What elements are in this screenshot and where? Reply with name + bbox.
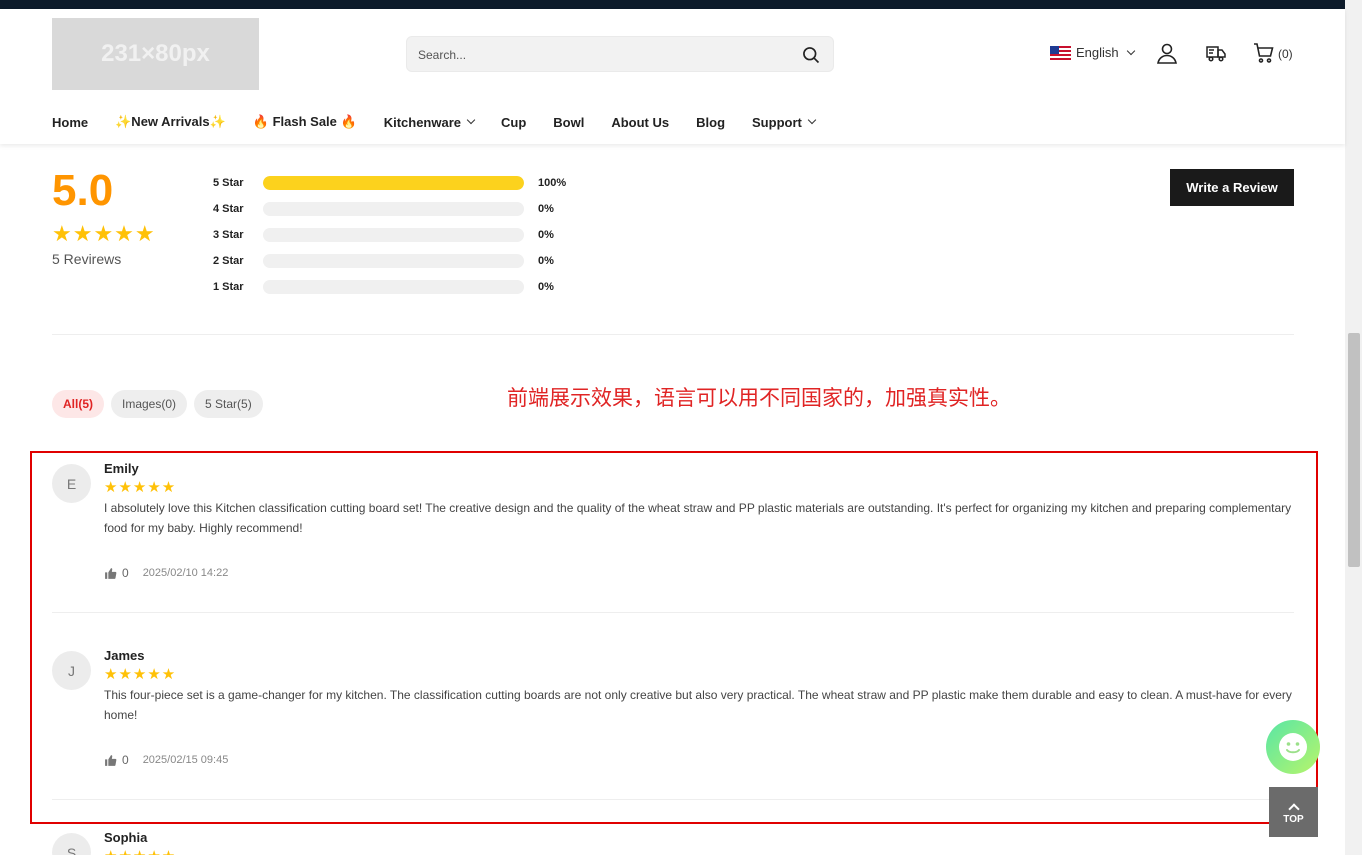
review-text: I absolutely love this Kitchen classific… (104, 501, 1292, 535)
cart-count[interactable]: (0) (1278, 47, 1293, 61)
like-count: 0 (122, 753, 129, 767)
rating-percent: 0% (538, 229, 554, 241)
rating-row-4[interactable]: 4 Star 0% (213, 196, 566, 222)
nav-cup[interactable]: Cup (501, 114, 526, 130)
nav-bowl[interactable]: Bowl (553, 114, 584, 130)
site-header: 231×80px English (0) Home ✨New Arrivals✨… (0, 9, 1345, 144)
rating-label: 2 Star (213, 255, 244, 267)
reviewer-name: James (104, 648, 145, 663)
avatar: S (52, 833, 91, 855)
smiley-chat-icon (1279, 733, 1307, 761)
top-strip (0, 0, 1345, 9)
rating-row-1[interactable]: 1 Star 0% (213, 274, 566, 300)
rating-row-3[interactable]: 3 Star 0% (213, 222, 566, 248)
avatar: E (52, 464, 91, 503)
logo-placeholder[interactable]: 231×80px (52, 18, 259, 90)
review-meta: 0 2025/02/10 14:22 (104, 566, 228, 580)
review-date: 2025/02/10 14:22 (142, 567, 229, 579)
rating-label: 1 Star (213, 281, 244, 293)
us-flag-icon (1050, 45, 1071, 60)
user-icon[interactable] (1155, 41, 1179, 65)
search-box (406, 36, 834, 72)
review-meta: 0 2025/02/15 09:45 (104, 753, 228, 767)
nav-new-arrivals[interactable]: ✨New Arrivals✨ (115, 114, 226, 130)
rating-percent: 0% (538, 255, 554, 267)
review-divider (52, 799, 1294, 800)
average-score: 5.0 (52, 166, 114, 215)
nav-kitchenware[interactable]: Kitchenware (384, 114, 476, 130)
section-divider (52, 334, 1294, 335)
filter-all[interactable]: All(5) (52, 390, 104, 418)
like-count: 0 (122, 566, 129, 580)
rating-bar (263, 176, 524, 190)
chevron-down-icon (466, 115, 476, 125)
rating-percent: 0% (538, 281, 554, 293)
reviewer-name: Sophia (104, 830, 148, 845)
rating-bar (263, 254, 524, 268)
thumbs-up-icon (105, 567, 117, 579)
language-label: English (1076, 45, 1119, 60)
write-review-button[interactable]: Write a Review (1170, 169, 1294, 206)
rating-label: 4 Star (213, 203, 244, 215)
review-count: 5 Revirews (52, 251, 122, 267)
rating-bar (263, 202, 524, 216)
nav-about-us[interactable]: About Us (611, 114, 669, 130)
rating-bar-fill (263, 176, 524, 190)
reviewer-name: Emily (104, 461, 139, 476)
chat-button[interactable] (1266, 720, 1320, 774)
main-nav: Home ✨New Arrivals✨ 🔥 Flash Sale 🔥 Kitch… (52, 114, 842, 130)
review-stars: ★★★★★ (104, 847, 176, 855)
cart-icon[interactable] (1252, 41, 1276, 65)
rating-row-5[interactable]: 5 Star 100% (213, 170, 566, 196)
chevron-down-icon (807, 115, 817, 125)
rating-distribution: 5 Star 100% 4 Star 0% 3 Star 0% 2 Star 0… (213, 170, 566, 300)
nav-home[interactable]: Home (52, 114, 88, 130)
review-stars: ★★★★★ (104, 666, 177, 683)
rating-percent: 100% (538, 177, 567, 189)
rating-label: 3 Star (213, 229, 244, 241)
like-button[interactable]: 0 (104, 566, 129, 580)
search-input[interactable] (418, 46, 788, 64)
shipping-truck-icon[interactable] (1204, 41, 1228, 65)
rating-row-2[interactable]: 2 Star 0% (213, 248, 566, 274)
back-to-top-label: TOP (1283, 814, 1304, 825)
review-text: This four-piece set is a game-changer fo… (104, 688, 1292, 722)
review-divider (52, 612, 1294, 613)
nav-blog[interactable]: Blog (696, 114, 725, 130)
annotation-note: 前端展示效果，语言可以用不同国家的，加强真实性。 (507, 386, 1011, 410)
average-star-rating: ★★★★★ (52, 221, 156, 246)
rating-bar (263, 280, 524, 294)
rating-percent: 0% (538, 203, 554, 215)
chevron-down-icon (1126, 46, 1135, 55)
nav-support[interactable]: Support (752, 114, 817, 130)
nav-flash-sale[interactable]: 🔥 Flash Sale 🔥 (253, 114, 357, 130)
back-to-top-button[interactable]: TOP (1269, 787, 1318, 837)
avatar: J (52, 651, 91, 690)
review-date: 2025/02/15 09:45 (142, 754, 229, 766)
thumbs-up-icon (105, 754, 117, 766)
search-icon[interactable] (801, 45, 821, 65)
scrollbar-thumb[interactable] (1348, 333, 1360, 567)
like-button[interactable]: 0 (104, 753, 129, 767)
chevron-up-icon (1287, 803, 1300, 815)
review-filters: All(5) Images(0) 5 Star(5) (52, 390, 263, 418)
filter-5-star[interactable]: 5 Star(5) (194, 390, 263, 418)
review-stars: ★★★★★ (104, 479, 177, 496)
rating-label: 5 Star (213, 177, 244, 189)
filter-images[interactable]: Images(0) (111, 390, 188, 418)
rating-bar (263, 228, 524, 242)
language-selector[interactable]: English (1050, 45, 1135, 60)
